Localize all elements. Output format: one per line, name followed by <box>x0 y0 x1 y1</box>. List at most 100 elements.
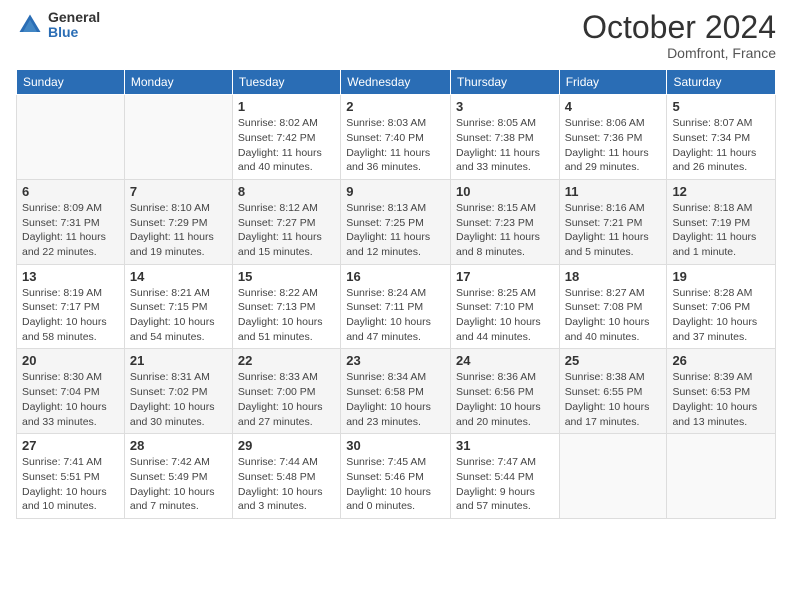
col-sunday: Sunday <box>17 70 125 95</box>
day-info: Sunrise: 7:45 AM Sunset: 5:46 PM Dayligh… <box>346 455 445 514</box>
calendar-cell <box>667 434 776 519</box>
calendar-cell: 26 Sunrise: 8:39 AM Sunset: 6:53 PM Dayli… <box>667 349 776 434</box>
logo-icon <box>16 11 44 39</box>
calendar-header: Sunday Monday Tuesday Wednesday Thursday… <box>17 70 776 95</box>
day-info: Sunrise: 8:18 AM Sunset: 7:19 PM Dayligh… <box>672 201 770 260</box>
calendar-week-5: 27 Sunrise: 7:41 AM Sunset: 5:51 PM Dayli… <box>17 434 776 519</box>
calendar-cell: 14 Sunrise: 8:21 AM Sunset: 7:15 PM Dayli… <box>124 264 232 349</box>
calendar-cell: 28Sunrise: 7:42 AM Sunset: 5:49 PM Dayli… <box>124 434 232 519</box>
day-info: Sunrise: 7:42 AM Sunset: 5:49 PM Dayligh… <box>130 455 227 514</box>
day-number: 31 <box>456 438 554 453</box>
calendar-cell: 13Sunrise: 8:19 AM Sunset: 7:17 PM Dayli… <box>17 264 125 349</box>
col-thursday: Thursday <box>451 70 560 95</box>
page: General Blue October 2024 Domfront, Fran… <box>0 0 792 612</box>
calendar-cell: 20Sunrise: 8:30 AM Sunset: 7:04 PM Dayli… <box>17 349 125 434</box>
day-info: Sunrise: 8:33 AM Sunset: 7:00 PM Dayligh… <box>238 370 335 429</box>
calendar-cell: 27 Sunrise: 7:41 AM Sunset: 5:51 PM Dayli… <box>17 434 125 519</box>
calendar-cell: 30 Sunrise: 7:45 AM Sunset: 5:46 PM Dayli… <box>341 434 451 519</box>
calendar-cell: 22 Sunrise: 8:33 AM Sunset: 7:00 PM Dayli… <box>232 349 340 434</box>
calendar-cell: 25Sunrise: 8:38 AM Sunset: 6:55 PM Dayli… <box>559 349 667 434</box>
day-info: Sunrise: 8:16 AM Sunset: 7:21 PM Dayligh… <box>565 201 662 260</box>
calendar-cell: 4 Sunrise: 8:06 AM Sunset: 7:36 PM Daylig… <box>559 95 667 180</box>
calendar-cell: 31 Sunrise: 7:47 AM Sunset: 5:44 PM Dayli… <box>451 434 560 519</box>
calendar-cell: 23Sunrise: 8:34 AM Sunset: 6:58 PM Dayli… <box>341 349 451 434</box>
calendar-table: Sunday Monday Tuesday Wednesday Thursday… <box>16 69 776 519</box>
title-block: October 2024 Domfront, France <box>582 10 776 61</box>
calendar-cell: 7 Sunrise: 8:10 AM Sunset: 7:29 PM Daylig… <box>124 179 232 264</box>
calendar-week-4: 20Sunrise: 8:30 AM Sunset: 7:04 PM Dayli… <box>17 349 776 434</box>
calendar-cell: 21Sunrise: 8:31 AM Sunset: 7:02 PM Dayli… <box>124 349 232 434</box>
day-number: 13 <box>22 269 119 284</box>
day-number: 4 <box>565 99 662 114</box>
day-number: 11 <box>565 184 662 199</box>
day-info: Sunrise: 8:21 AM Sunset: 7:15 PM Dayligh… <box>130 286 227 345</box>
logo-text: General Blue <box>48 10 100 41</box>
calendar-cell: 6 Sunrise: 8:09 AM Sunset: 7:31 PM Daylig… <box>17 179 125 264</box>
calendar-cell <box>559 434 667 519</box>
day-number: 16 <box>346 269 445 284</box>
header-row: Sunday Monday Tuesday Wednesday Thursday… <box>17 70 776 95</box>
day-info: Sunrise: 8:09 AM Sunset: 7:31 PM Dayligh… <box>22 201 119 260</box>
logo: General Blue <box>16 10 100 41</box>
col-friday: Friday <box>559 70 667 95</box>
calendar-cell: 1Sunrise: 8:02 AM Sunset: 7:42 PM Daylig… <box>232 95 340 180</box>
calendar-cell: 11 Sunrise: 8:16 AM Sunset: 7:21 PM Dayli… <box>559 179 667 264</box>
day-info: Sunrise: 8:06 AM Sunset: 7:36 PM Dayligh… <box>565 116 662 175</box>
calendar-cell: 10 Sunrise: 8:15 AM Sunset: 7:23 PM Dayli… <box>451 179 560 264</box>
location-subtitle: Domfront, France <box>582 45 776 61</box>
calendar-cell: 24Sunrise: 8:36 AM Sunset: 6:56 PM Dayli… <box>451 349 560 434</box>
day-number: 22 <box>238 353 335 368</box>
col-tuesday: Tuesday <box>232 70 340 95</box>
day-info: Sunrise: 8:31 AM Sunset: 7:02 PM Dayligh… <box>130 370 227 429</box>
calendar-week-1: 1Sunrise: 8:02 AM Sunset: 7:42 PM Daylig… <box>17 95 776 180</box>
day-number: 30 <box>346 438 445 453</box>
day-number: 10 <box>456 184 554 199</box>
calendar-cell: 9 Sunrise: 8:13 AM Sunset: 7:25 PM Daylig… <box>341 179 451 264</box>
month-title: October 2024 <box>582 10 776 45</box>
day-info: Sunrise: 8:39 AM Sunset: 6:53 PM Dayligh… <box>672 370 770 429</box>
day-info: Sunrise: 7:41 AM Sunset: 5:51 PM Dayligh… <box>22 455 119 514</box>
calendar-cell <box>124 95 232 180</box>
day-number: 8 <box>238 184 335 199</box>
day-info: Sunrise: 8:12 AM Sunset: 7:27 PM Dayligh… <box>238 201 335 260</box>
calendar-week-2: 6 Sunrise: 8:09 AM Sunset: 7:31 PM Daylig… <box>17 179 776 264</box>
day-number: 17 <box>456 269 554 284</box>
calendar-body: 1Sunrise: 8:02 AM Sunset: 7:42 PM Daylig… <box>17 95 776 519</box>
day-number: 20 <box>22 353 119 368</box>
logo-general-text: General <box>48 10 100 25</box>
col-saturday: Saturday <box>667 70 776 95</box>
calendar-cell: 15Sunrise: 8:22 AM Sunset: 7:13 PM Dayli… <box>232 264 340 349</box>
day-info: Sunrise: 8:02 AM Sunset: 7:42 PM Dayligh… <box>238 116 335 175</box>
day-number: 19 <box>672 269 770 284</box>
day-info: Sunrise: 8:05 AM Sunset: 7:38 PM Dayligh… <box>456 116 554 175</box>
calendar-cell: 16Sunrise: 8:24 AM Sunset: 7:11 PM Dayli… <box>341 264 451 349</box>
calendar-cell: 29 Sunrise: 7:44 AM Sunset: 5:48 PM Dayli… <box>232 434 340 519</box>
day-number: 26 <box>672 353 770 368</box>
day-number: 9 <box>346 184 445 199</box>
day-info: Sunrise: 8:27 AM Sunset: 7:08 PM Dayligh… <box>565 286 662 345</box>
day-number: 6 <box>22 184 119 199</box>
day-number: 2 <box>346 99 445 114</box>
day-info: Sunrise: 8:34 AM Sunset: 6:58 PM Dayligh… <box>346 370 445 429</box>
day-number: 14 <box>130 269 227 284</box>
calendar-cell: 2Sunrise: 8:03 AM Sunset: 7:40 PM Daylig… <box>341 95 451 180</box>
day-info: Sunrise: 8:15 AM Sunset: 7:23 PM Dayligh… <box>456 201 554 260</box>
day-info: Sunrise: 8:13 AM Sunset: 7:25 PM Dayligh… <box>346 201 445 260</box>
day-info: Sunrise: 7:44 AM Sunset: 5:48 PM Dayligh… <box>238 455 335 514</box>
day-number: 7 <box>130 184 227 199</box>
day-number: 27 <box>22 438 119 453</box>
day-number: 15 <box>238 269 335 284</box>
calendar-cell: 18Sunrise: 8:27 AM Sunset: 7:08 PM Dayli… <box>559 264 667 349</box>
day-number: 5 <box>672 99 770 114</box>
day-info: Sunrise: 8:10 AM Sunset: 7:29 PM Dayligh… <box>130 201 227 260</box>
header: General Blue October 2024 Domfront, Fran… <box>16 10 776 61</box>
day-info: Sunrise: 8:36 AM Sunset: 6:56 PM Dayligh… <box>456 370 554 429</box>
day-number: 29 <box>238 438 335 453</box>
day-info: Sunrise: 8:25 AM Sunset: 7:10 PM Dayligh… <box>456 286 554 345</box>
day-info: Sunrise: 7:47 AM Sunset: 5:44 PM Dayligh… <box>456 455 554 514</box>
calendar-cell: 17 Sunrise: 8:25 AM Sunset: 7:10 PM Dayli… <box>451 264 560 349</box>
day-info: Sunrise: 8:28 AM Sunset: 7:06 PM Dayligh… <box>672 286 770 345</box>
col-wednesday: Wednesday <box>341 70 451 95</box>
day-number: 3 <box>456 99 554 114</box>
day-number: 12 <box>672 184 770 199</box>
